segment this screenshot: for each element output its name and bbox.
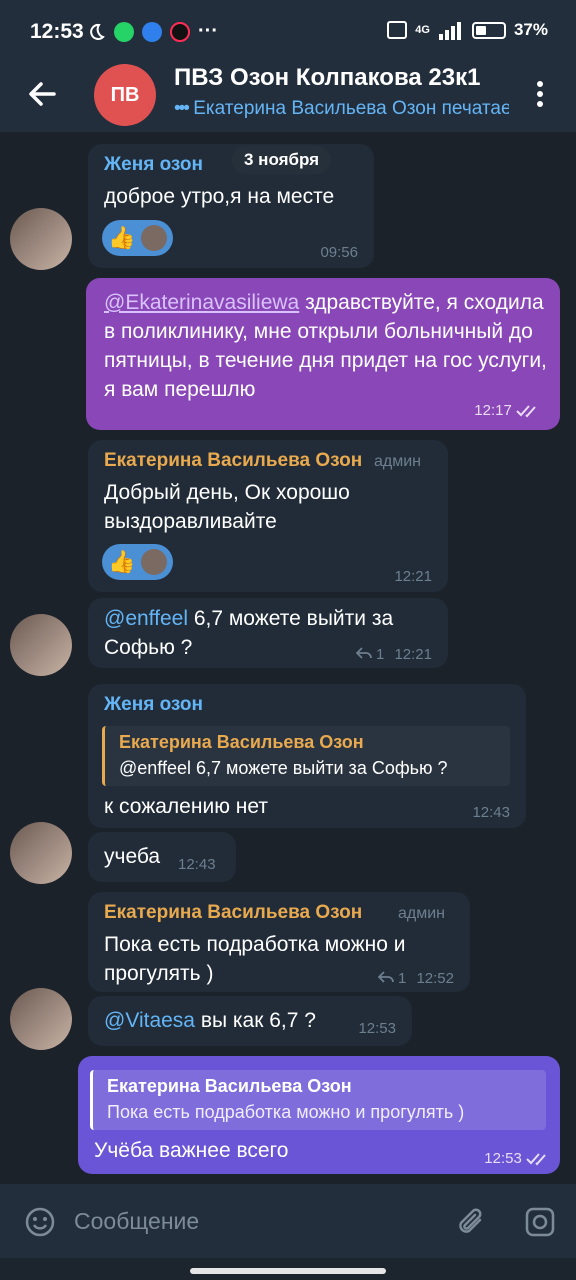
date-pill: 3 ноября bbox=[232, 146, 332, 174]
status-right: 4G 37% bbox=[387, 20, 548, 40]
message-text: @Vitaesa вы как 6,7 ? bbox=[104, 1009, 316, 1032]
message-text: Учёба важнее всего bbox=[94, 1139, 289, 1162]
battery-icon bbox=[471, 21, 506, 39]
more-menu-icon[interactable] bbox=[528, 76, 552, 112]
mention-link[interactable]: @Vitaesa bbox=[104, 1009, 195, 1032]
message-time: 12:43 bbox=[178, 856, 216, 873]
emoji-icon[interactable] bbox=[24, 1206, 56, 1238]
message-time: 12:43 bbox=[472, 804, 510, 821]
time-text: 12:17 bbox=[474, 402, 512, 419]
quote-text: @enffeel 6,7 можете выйти за Софью ? bbox=[119, 758, 448, 778]
reply-arrow-icon bbox=[377, 971, 394, 983]
message-bubble[interactable]: Екатерина Васильева Озон админ Добрый де… bbox=[88, 440, 448, 592]
chat-header: ПВ ПВЗ Озон Колпакова 23к1 ••• Екатерина… bbox=[0, 62, 576, 132]
chat-title[interactable]: ПВЗ Озон Колпакова 23к1 bbox=[174, 64, 514, 92]
message-time: 09:56 bbox=[320, 244, 358, 261]
double-check-icon bbox=[516, 405, 536, 418]
message-meta: 1 12:21 bbox=[355, 646, 432, 663]
typing-text: Екатерина Васильева Озон печатает bbox=[193, 98, 509, 119]
message-bubble[interactable]: Екатерина Васильева Озон админ Пока есть… bbox=[88, 892, 470, 992]
message-meta: 1 12:52 bbox=[377, 970, 454, 987]
reply-arrow-icon bbox=[355, 647, 372, 659]
volte-icon bbox=[387, 21, 408, 39]
message-composer: Сообщение bbox=[0, 1184, 576, 1258]
message-time: 12:17 bbox=[474, 402, 540, 419]
status-bar: 12:53 ··· 4G 37% bbox=[0, 0, 576, 62]
time-text: 12:21 bbox=[394, 646, 432, 663]
message-bubble-outgoing[interactable]: Екатерина Васильева Озон Пока есть подра… bbox=[78, 1056, 560, 1174]
sender-avatar[interactable] bbox=[10, 988, 72, 1050]
message-text: @Ekaterinavasiliewa здравствуйте, я сход… bbox=[104, 291, 547, 401]
typing-dots-icon: ••• bbox=[174, 98, 190, 119]
reply-quote[interactable]: Екатерина Васильева Озон @enffeel 6,7 мо… bbox=[102, 726, 510, 786]
sender-name: Екатерина Васильева Озон bbox=[104, 450, 363, 471]
quote-author: Екатерина Васильева Озон bbox=[107, 1076, 352, 1096]
message-bubble[interactable]: @enffeel 6,7 можете выйти за Софью ? 1 1… bbox=[88, 598, 448, 668]
reply-count: 1 bbox=[375, 646, 385, 663]
message-time: 12:21 bbox=[394, 568, 432, 585]
reaction-chip[interactable]: 👍 bbox=[102, 544, 174, 580]
camera-icon[interactable] bbox=[524, 1206, 556, 1238]
quote-author: Екатерина Васильева Озон bbox=[119, 732, 364, 752]
whatsapp-icon bbox=[114, 21, 134, 42]
message-time: 12:53 bbox=[484, 1150, 550, 1167]
tiktok-icon bbox=[170, 21, 190, 42]
sender-name: Женя озон bbox=[104, 154, 203, 175]
message-bubble[interactable]: учеба 12:43 bbox=[88, 832, 236, 882]
gesture-bar[interactable] bbox=[190, 1268, 386, 1274]
quote-text: Пока есть подработка можно и прогулять ) bbox=[107, 1102, 465, 1122]
moon-icon bbox=[90, 23, 105, 40]
typing-status: ••• Екатерина Васильева Озон печатает bbox=[174, 98, 509, 120]
sender-avatar[interactable] bbox=[10, 822, 72, 884]
network-type: 4G bbox=[415, 24, 430, 36]
thumbs-up-icon: 👍 bbox=[108, 225, 136, 250]
group-avatar[interactable]: ПВ bbox=[94, 64, 156, 126]
signal-icon bbox=[438, 22, 461, 40]
message-time: 12:53 bbox=[358, 1020, 396, 1037]
reaction-chip[interactable]: 👍 bbox=[102, 220, 174, 256]
admin-badge: админ bbox=[374, 453, 422, 470]
message-text: учеба bbox=[104, 845, 161, 868]
message-bubble[interactable]: Женя озон Екатерина Васильева Озон @enff… bbox=[88, 684, 526, 828]
admin-badge: админ bbox=[398, 905, 446, 922]
chat-messages[interactable]: Женя озон доброе утро,я на месте 👍 09:56… bbox=[0, 132, 576, 1184]
sender-name: Екатерина Васильева Озон bbox=[104, 902, 363, 923]
mention-link[interactable]: @enffeel bbox=[104, 607, 188, 630]
message-text: к сожалению нет bbox=[104, 795, 268, 818]
back-arrow-icon[interactable] bbox=[24, 76, 60, 112]
sender-avatar[interactable] bbox=[10, 208, 72, 270]
notification-icons: ··· bbox=[86, 20, 218, 43]
more-notifications-icon: ··· bbox=[198, 20, 218, 42]
message-bubble-outgoing[interactable]: @Ekaterinavasiliewa здравствуйте, я сход… bbox=[86, 278, 560, 430]
battery-percent: 37% bbox=[513, 20, 548, 39]
mention-link[interactable]: @Ekaterinavasiliewa bbox=[104, 291, 299, 314]
reply-quote[interactable]: Екатерина Васильева Озон Пока есть подра… bbox=[90, 1070, 546, 1130]
message-input[interactable]: Сообщение bbox=[74, 1208, 199, 1235]
time-text: 12:52 bbox=[416, 970, 454, 987]
chat-app-icon bbox=[142, 21, 162, 42]
message-text: доброе утро,я на месте bbox=[104, 185, 335, 208]
status-time: 12:53 bbox=[30, 20, 84, 43]
reactor-avatar bbox=[141, 225, 168, 251]
sender-avatar[interactable] bbox=[10, 614, 72, 676]
message-text: Добрый день, Ок хорошо выздоравливайте bbox=[104, 481, 350, 533]
message-bubble[interactable]: Женя озон доброе утро,я на месте 👍 09:56 bbox=[88, 144, 374, 268]
thumbs-up-icon: 👍 bbox=[108, 549, 136, 574]
reactor-avatar bbox=[141, 549, 168, 575]
time-text: 12:53 bbox=[484, 1150, 522, 1167]
attach-icon[interactable] bbox=[456, 1204, 488, 1240]
message-bubble[interactable]: @Vitaesa вы как 6,7 ? 12:53 bbox=[88, 996, 412, 1046]
reply-count: 1 bbox=[397, 970, 407, 987]
sender-name: Женя озон bbox=[104, 694, 203, 715]
double-check-icon bbox=[526, 1153, 546, 1166]
